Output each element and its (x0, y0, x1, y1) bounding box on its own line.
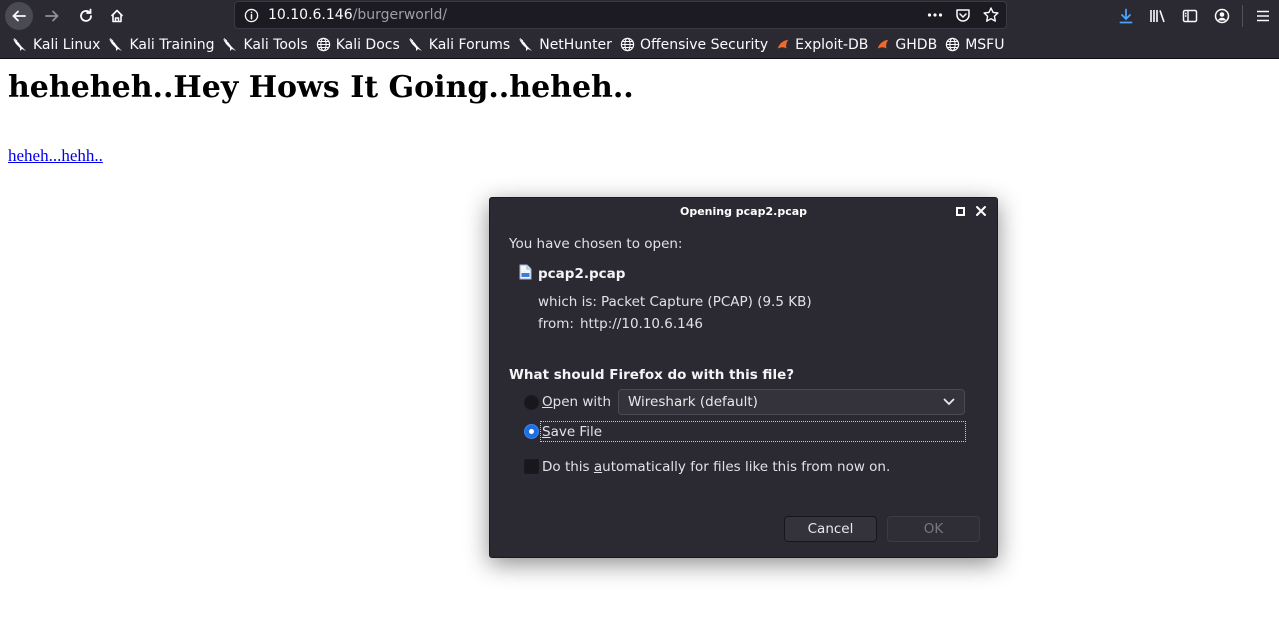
bookmark-offensive-security[interactable]: Offensive Security (616, 31, 772, 59)
bookmark-label: Kali Forums (428, 36, 511, 53)
from-label: from: (538, 316, 574, 332)
bookmark-label: GHDB (895, 36, 938, 53)
arrow-right-icon (45, 10, 59, 22)
sidebar-button[interactable] (1174, 0, 1206, 31)
hamburger-menu-icon (1257, 10, 1269, 21)
download-icon (1119, 8, 1133, 23)
maximize-icon[interactable] (956, 207, 965, 216)
ok-button[interactable]: OK (887, 516, 980, 542)
library-button[interactable] (1142, 0, 1174, 31)
site-info-icon[interactable] (244, 8, 259, 27)
bookmark-label: Offensive Security (639, 36, 769, 53)
pocket-icon[interactable] (954, 6, 972, 28)
kali-dragon-icon (222, 37, 243, 53)
application-select[interactable]: Wireshark (default) (618, 389, 965, 415)
kali-dragon-icon (408, 37, 429, 53)
action-question: What should Firefox do with this file? (509, 367, 795, 383)
file-icon (519, 264, 532, 280)
url-path: /burgerworld/ (352, 7, 448, 23)
save-file-radio[interactable] (524, 424, 539, 439)
sidebar-icon (1182, 9, 1198, 22)
browser-toolbar: 10.10.6.146/burgerworld/ (0, 0, 1279, 31)
home-button[interactable] (103, 2, 131, 30)
back-button[interactable] (5, 2, 33, 30)
downloads-button[interactable] (1110, 0, 1142, 31)
globe-icon (945, 37, 965, 52)
close-icon[interactable] (975, 205, 987, 217)
auto-action-label[interactable]: Do this automatically for files like thi… (542, 459, 890, 475)
globe-icon (620, 37, 640, 52)
exploitdb-icon (776, 38, 795, 52)
bookmark-exploit-db[interactable]: Exploit-DB (772, 31, 872, 59)
reload-icon (80, 8, 92, 22)
reload-button[interactable] (72, 2, 100, 30)
auto-action-accesskey: a (593, 459, 603, 475)
save-file-label[interactable]: Save File (542, 424, 602, 440)
file-name: pcap2.pcap (538, 266, 626, 282)
bookmark-label: Kali Docs (335, 36, 400, 53)
open-with-label[interactable]: Open with (542, 394, 611, 410)
file-type: Packet Capture (PCAP) (9.5 KB) (601, 294, 812, 310)
exploitdb-icon (876, 38, 895, 52)
globe-icon (316, 37, 336, 52)
bookmark-kali-training[interactable]: Kali Training (104, 31, 218, 59)
chevron-down-icon (943, 398, 955, 406)
dialog-title: Opening pcap2.pcap (679, 205, 808, 218)
open-with-accesskey: O (542, 394, 553, 410)
save-file-focus-ring (540, 421, 966, 442)
bookmark-kali-linux[interactable]: Kali Linux (8, 31, 104, 59)
bookmark-kali-forums[interactable]: Kali Forums (404, 31, 514, 59)
bookmark-label: MSFU (965, 36, 1005, 53)
forward-button[interactable] (38, 2, 66, 30)
page-link[interactable]: heheh...hehh.. (8, 146, 103, 166)
account-icon (1214, 8, 1230, 23)
toolbar-separator (1242, 4, 1243, 27)
library-icon (1150, 9, 1165, 22)
bookmark-kali-tools[interactable]: Kali Tools (218, 31, 311, 59)
toolbar-right (1110, 0, 1279, 31)
which-is-label: which is: (538, 294, 597, 310)
kali-dragon-icon (12, 37, 33, 53)
auto-action-text-pre: Do this (542, 459, 594, 475)
application-select-value: Wireshark (default) (628, 394, 758, 410)
bookmark-msfu[interactable]: MSFU (941, 31, 1008, 59)
more-icon[interactable] (926, 6, 944, 28)
bookmark-label: Kali Tools (243, 36, 308, 53)
bookmark-nethunter[interactable]: NetHunter (514, 31, 616, 59)
chosen-label: You have chosen to open: (509, 236, 683, 252)
arrow-left-icon (12, 10, 26, 22)
bookmark-label: NetHunter (539, 36, 612, 53)
auto-action-text-post: utomatically for files like this from no… (602, 459, 891, 475)
url-text[interactable]: 10.10.6.146/burgerworld/ (268, 7, 447, 23)
bookmark-kali-docs[interactable]: Kali Docs (312, 31, 404, 59)
url-host: 10.10.6.146 (268, 7, 353, 23)
star-icon[interactable] (982, 6, 1000, 28)
bookmark-ghdb[interactable]: GHDB (872, 31, 941, 59)
menu-button[interactable] (1247, 0, 1279, 31)
open-with-radio[interactable] (524, 395, 539, 410)
url-actions (926, 6, 1000, 28)
bookmark-label: Kali Training (129, 36, 215, 53)
auto-action-checkbox[interactable] (524, 459, 539, 474)
cancel-button[interactable]: Cancel (784, 516, 877, 542)
kali-dragon-icon (108, 37, 129, 53)
bookmarks-toolbar: Kali Linux Kali Training Kali Tools Kali Do… (0, 31, 1279, 59)
page-heading: heheheh..Hey Hows It Going..heheh.. (8, 70, 634, 105)
bookmark-label: Exploit-DB (795, 36, 869, 53)
url-bar[interactable]: 10.10.6.146/burgerworld/ (234, 1, 1007, 29)
account-button[interactable] (1206, 0, 1238, 31)
open-with-text: pen with (552, 394, 612, 410)
download-dialog: Opening pcap2.pcap You have chosen to op… (489, 197, 998, 558)
save-file-accesskey: S (542, 424, 551, 440)
bookmark-label: Kali Linux (33, 36, 101, 53)
home-icon (110, 9, 124, 23)
save-file-text: ave File (550, 424, 603, 440)
kali-dragon-icon (518, 37, 539, 53)
file-source: http://10.10.6.146 (580, 316, 703, 332)
